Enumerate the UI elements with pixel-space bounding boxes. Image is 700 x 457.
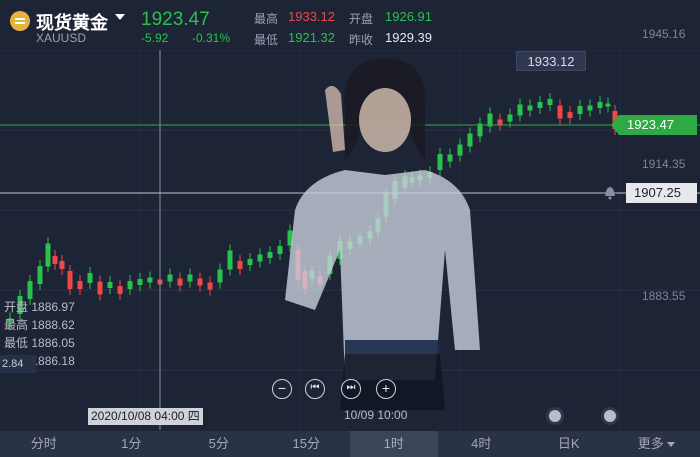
candle-body	[87, 273, 93, 283]
candle-body	[267, 252, 273, 258]
ohlc-close-value: 1886.18	[31, 354, 75, 368]
candle-body	[45, 243, 51, 267]
last-price: 1923.47	[141, 9, 210, 30]
candle-body	[97, 281, 103, 295]
tab-4hour[interactable]: 4时	[438, 431, 526, 457]
candle-body	[587, 105, 593, 111]
tab-label: 15分	[292, 436, 320, 451]
prev-close-value: 1929.39	[385, 30, 432, 45]
high-value: 1933.12	[288, 9, 335, 24]
prev-close-label: 昨收	[349, 33, 374, 47]
y-tick-label: 1945.16	[642, 27, 686, 41]
candle-body	[77, 281, 83, 289]
candle-body	[52, 256, 58, 264]
candle-body	[257, 254, 263, 262]
candle-body	[127, 281, 133, 289]
bell-icon[interactable]	[603, 186, 617, 200]
scroll-back-button[interactable]: ⏮	[305, 379, 325, 399]
tab-label: 4时	[471, 436, 492, 451]
ohlc-low-label: 最低	[4, 336, 29, 350]
candle-body	[507, 114, 513, 122]
candle-body	[67, 271, 73, 289]
candle-body	[537, 102, 543, 108]
y-tick-label: 1914.35	[642, 157, 686, 171]
candle-body	[117, 286, 123, 294]
low-label: 最低	[254, 33, 279, 47]
candle-body	[137, 279, 143, 285]
tab-1hour[interactable]: 1时	[350, 431, 438, 457]
candle-body	[567, 112, 573, 118]
high-label: 最高	[254, 12, 279, 26]
candle-body	[197, 278, 203, 286]
tab-time-sharing[interactable]: 分时	[0, 431, 88, 457]
candle-body	[187, 274, 193, 282]
last-price-tag: 1923.47	[611, 115, 697, 135]
candle-body	[277, 246, 283, 254]
candle-body	[247, 259, 253, 265]
crosshair-date-label: 2020/10/08 04:00 四	[88, 408, 203, 425]
tab-label: 1分	[121, 436, 142, 451]
candle-body	[517, 104, 523, 116]
candle-body	[37, 266, 43, 284]
candle-body	[27, 281, 33, 299]
tab-1min[interactable]: 1分	[88, 431, 176, 457]
ohlc-open-value: 1886.97	[31, 300, 75, 314]
tab-label: 更多	[637, 436, 664, 451]
candle-body	[207, 282, 213, 290]
open-value: 1926.91	[385, 9, 432, 24]
timeframe-tabs: 分时 1分 5分 15分 1时 4时 日K 更多	[0, 431, 700, 457]
low-value: 1921.32	[288, 30, 335, 45]
tab-label: 分时	[30, 436, 57, 451]
candle-body	[547, 99, 553, 105]
tab-daily[interactable]: 日K	[525, 431, 613, 457]
candle-body	[577, 106, 583, 114]
scroll-forward-button[interactable]: ⏭	[341, 379, 361, 399]
ohlc-high-value: 1888.62	[31, 318, 75, 332]
tab-label: 5分	[208, 436, 229, 451]
x-axis-label: 10/09 10:00	[344, 408, 408, 422]
tab-more[interactable]: 更多	[613, 431, 700, 457]
scroll-handle[interactable]	[546, 407, 564, 425]
symbol-code: XAUUSD	[36, 31, 87, 45]
high-marker-tag: 1933.12	[516, 51, 586, 71]
candle-body	[237, 261, 243, 269]
candle-body	[605, 103, 611, 107]
scroll-handle[interactable]	[601, 407, 619, 425]
candle-body	[527, 105, 533, 111]
candle-body	[167, 274, 173, 282]
advertisement-person-image	[285, 58, 480, 410]
quote-app: 现货黄金 XAUUSD 1923.47 -5.92 -0.31% 最高 1933…	[0, 0, 700, 457]
tab-5min[interactable]: 5分	[175, 431, 263, 457]
y-tick-label: 1883.55	[642, 289, 686, 303]
candle-body	[227, 250, 233, 270]
gold-logo-icon	[10, 11, 30, 31]
tab-label: 日K	[557, 436, 580, 451]
candle-body	[497, 119, 503, 125]
tab-15min[interactable]: 15分	[263, 431, 351, 457]
zoom-in-button[interactable]: +	[376, 379, 396, 399]
zoom-out-button[interactable]: −	[272, 379, 292, 399]
candle-body	[557, 105, 563, 119]
candle-body	[177, 278, 183, 286]
price-change-percent: -0.31%	[192, 31, 231, 45]
alert-price-tag[interactable]: 1907.25	[626, 183, 697, 203]
tab-label: 1时	[383, 436, 404, 451]
ohlc-open-label: 开盘	[4, 300, 29, 314]
quote-header: 现货黄金 XAUUSD 1923.47 -5.92 -0.31% 最高 1933…	[0, 0, 700, 50]
candle-body	[107, 282, 113, 288]
candle-body	[147, 277, 153, 283]
candle-body	[597, 102, 603, 108]
ohlc-low-value: 1886.05	[31, 336, 75, 350]
symbol-dropdown-icon[interactable]	[115, 14, 125, 20]
price-change: -5.92	[141, 31, 169, 45]
ohlc-high-label: 最高	[4, 318, 29, 332]
candle-body	[217, 269, 223, 283]
candle-body	[59, 261, 65, 269]
chevron-down-icon	[666, 442, 675, 448]
left-edge-value: 2.84	[0, 355, 36, 373]
open-label: 开盘	[349, 12, 374, 26]
